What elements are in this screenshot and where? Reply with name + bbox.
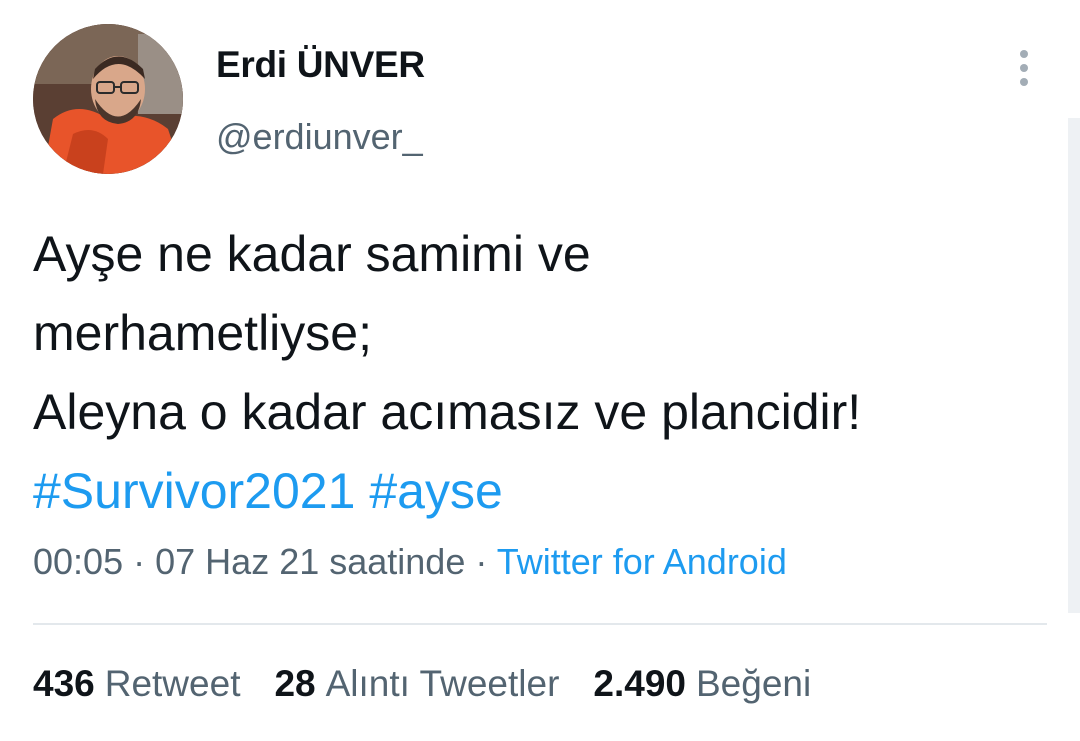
retweet-count[interactable]: 436 Retweet [33, 663, 240, 705]
tweet-source-link[interactable]: Twitter for Android [497, 541, 787, 582]
author-display-name[interactable]: Erdi ÜNVER [216, 44, 425, 86]
scrollbar-track [1068, 118, 1080, 613]
tweet-meta: 00:05 · 07 Haz 21 saatinde · Twitter for… [33, 541, 787, 583]
meta-separator: · [475, 541, 488, 582]
hashtag-ayse[interactable]: #ayse [369, 463, 502, 519]
avatar[interactable] [33, 24, 183, 174]
more-options-icon[interactable] [1006, 48, 1042, 88]
hashtag-survivor2021[interactable]: #Survivor2021 [33, 463, 355, 519]
profile-photo-icon [33, 24, 183, 174]
tweet-date[interactable]: 07 Haz 21 saatinde [155, 541, 465, 582]
tweet-text: Ayşe ne kadar samimi ve merhametliyse; A… [33, 215, 1063, 531]
tweet-time[interactable]: 00:05 [33, 541, 123, 582]
meta-separator: · [133, 541, 146, 582]
author-handle[interactable]: @erdiunver_ [216, 116, 423, 158]
tweet-hashtags: #Survivor2021 #ayse [33, 452, 1063, 531]
tweet-stats: 436 Retweet 28 Alıntı Tweetler 2.490 Beğeni [33, 663, 811, 705]
tweet-detail: Erdi ÜNVER @erdiunver_ Ayşe ne kadar sam… [0, 0, 1080, 741]
tweet-text-line: Aleyna o kadar acımasız ve plancidir! [33, 384, 862, 440]
quote-tweet-count[interactable]: 28 Alıntı Tweetler [274, 663, 559, 705]
divider [33, 623, 1047, 625]
tweet-text-line: Ayşe ne kadar samimi ve [33, 226, 591, 282]
like-count[interactable]: 2.490 Beğeni [593, 663, 811, 705]
tweet-text-line: merhametliyse; [33, 305, 372, 361]
